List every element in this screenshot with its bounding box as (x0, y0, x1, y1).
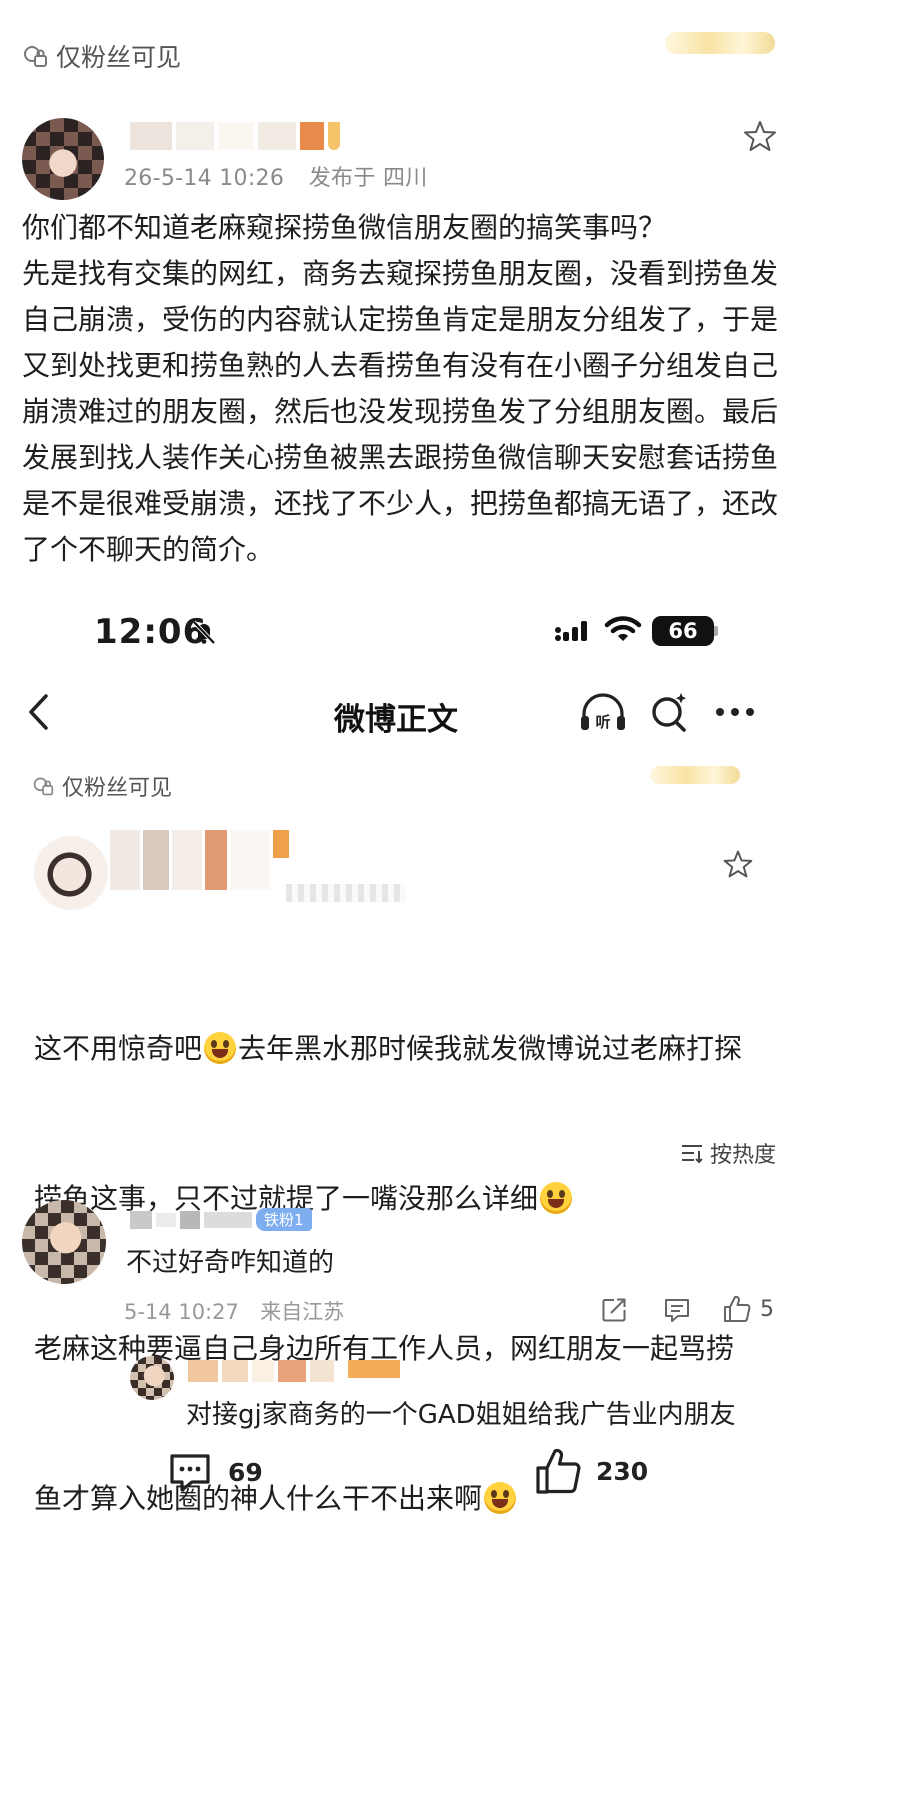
search-icon[interactable] (648, 690, 690, 734)
comment-text[interactable]: 不过好奇咋知道的 (126, 1242, 334, 1279)
thumbs-up-icon (724, 1295, 751, 1322)
decor-banner (665, 32, 775, 54)
bottom-comment-count: 69 (228, 1457, 263, 1487)
comment-location: 来自江苏 (260, 1300, 345, 1324)
replier-name-blurred[interactable] (188, 1360, 400, 1382)
battery-indicator: 66 (652, 616, 718, 646)
sort-label: 按热度 (710, 1143, 777, 1168)
post-meta: 26-5-14 10:26 发布于 四川 (124, 160, 428, 192)
nav-title: 微博正文 (334, 702, 458, 738)
commenter-name-blurred[interactable] (156, 1212, 176, 1227)
visibility-row: 仅粉丝可见 (22, 38, 181, 74)
lock-icon (33, 777, 54, 796)
laugh-cry-emoji-icon (484, 1482, 517, 1514)
comment-meta: 5-14 10:27 来自江苏 (124, 1296, 344, 1326)
comment-icon (170, 1454, 210, 1492)
replier-avatar[interactable] (130, 1356, 174, 1400)
signal-icon (555, 621, 587, 641)
repost-line-4: 鱼才算入她圈的神人什么干不出来啊 (34, 1474, 794, 1524)
sort-icon (682, 1145, 703, 1164)
repost-author-avatar[interactable] (34, 836, 108, 910)
laugh-cry-emoji-icon (540, 1182, 573, 1214)
repost-meta-blurred (286, 884, 406, 902)
commenter-name-blurred[interactable] (130, 1210, 152, 1229)
repost-line-1: 这不用惊奇吧 去年黑水那时候我就发微博说过老麻打探 (34, 1032, 743, 1065)
commenter-name-blurred[interactable] (204, 1211, 252, 1228)
post-timestamp: 26-5-14 10:26 (124, 166, 285, 191)
comment-like-count: 5 (760, 1296, 774, 1322)
share-icon[interactable] (600, 1296, 628, 1324)
author-name-blurred[interactable] (130, 122, 340, 150)
commenter-avatar[interactable] (22, 1200, 106, 1284)
star-icon[interactable] (742, 118, 778, 154)
repost-author-name-blurred[interactable] (110, 830, 289, 890)
wifi-icon (604, 616, 642, 641)
commenter-name-row: 铁粉1 (130, 1208, 312, 1231)
battery-level: 66 (652, 616, 714, 646)
svg-text:听: 听 (595, 713, 610, 731)
thumbs-up-icon (536, 1448, 581, 1494)
reply-text[interactable]: 对接gj家商务的一个GAD姐姐给我广告业内朋友 (186, 1394, 736, 1431)
author-avatar[interactable] (22, 118, 104, 200)
comment-time: 5-14 10:27 (124, 1300, 239, 1324)
laugh-cry-emoji-icon (204, 1032, 237, 1064)
comment-icon[interactable] (662, 1296, 692, 1324)
bell-muted-icon (192, 620, 216, 645)
commenter-name-blurred[interactable] (180, 1210, 200, 1229)
fan-badge: 铁粉1 (256, 1208, 312, 1231)
bottom-like-button[interactable]: 230 (534, 1446, 648, 1496)
repost-visibility-label: 仅粉丝可见 (62, 776, 173, 801)
star-icon[interactable] (722, 848, 754, 880)
repost-visibility-row: 仅粉丝可见 (32, 770, 172, 802)
lock-icon (24, 46, 47, 67)
headphones-icon[interactable]: 听 (578, 690, 628, 734)
back-arrow-icon[interactable] (26, 692, 52, 732)
battery-tip (714, 626, 718, 636)
post-body: 你们都不知道老麻窥探捞鱼微信朋友圈的搞笑事吗？ 先是找有交集的网红，商务去窥探捞… (22, 211, 779, 566)
bottom-comment-button[interactable]: 69 (166, 1448, 263, 1496)
post-location: 发布于 四川 (308, 166, 428, 191)
visibility-label: 仅粉丝可见 (56, 43, 182, 72)
sort-toggle[interactable]: 按热度 (680, 1137, 776, 1169)
comment-like-button[interactable]: 5 (722, 1294, 774, 1324)
repost-decor-banner (650, 766, 740, 784)
more-icon[interactable] (714, 706, 756, 718)
bottom-like-count: 230 (596, 1456, 649, 1486)
